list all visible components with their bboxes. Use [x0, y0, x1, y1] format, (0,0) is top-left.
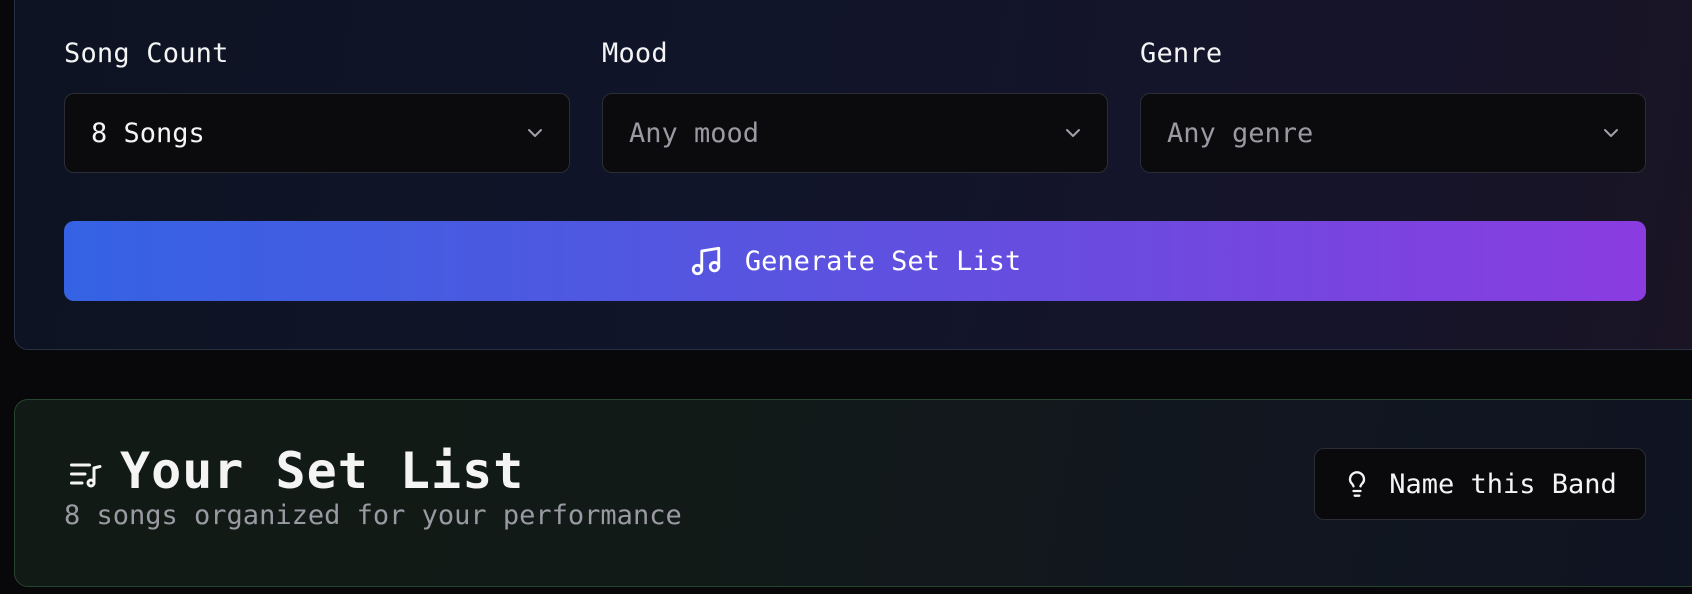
genre-placeholder: Any genre [1167, 117, 1314, 149]
genre-label: Genre [1140, 38, 1223, 69]
lightbulb-icon [1349, 471, 1366, 497]
song-count-value: 8 Songs [91, 117, 205, 149]
generate-set-list-button[interactable]: Generate Set List [64, 221, 1646, 301]
generate-set-list-label: Generate Set List [744, 245, 1022, 277]
mood-select[interactable]: Any mood [602, 93, 1108, 173]
set-list-title: Your Set List [120, 442, 525, 500]
chevron-down-icon [1066, 129, 1080, 137]
genre-select[interactable]: Any genre [1140, 93, 1646, 173]
mood-label: Mood [602, 38, 668, 69]
song-count-select[interactable]: 8 Songs [64, 93, 570, 173]
name-this-band-button[interactable]: Name this Band [1314, 448, 1646, 520]
list-music-icon [70, 463, 102, 488]
song-count-label: Song Count [64, 38, 229, 69]
chevron-down-icon [1604, 129, 1618, 137]
name-this-band-label: Name this Band [1389, 468, 1617, 500]
music-note-icon [691, 246, 720, 276]
set-list-subtitle: 8 songs organized for your performance [64, 500, 682, 531]
chevron-down-icon [528, 129, 542, 137]
mood-placeholder: Any mood [629, 117, 760, 149]
